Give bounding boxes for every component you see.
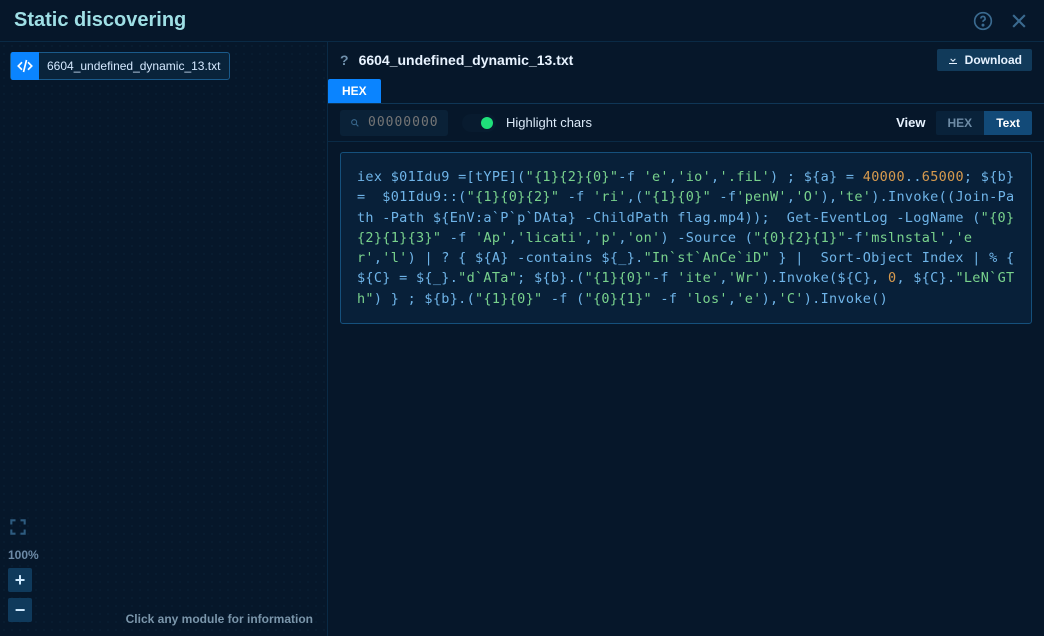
- view-label: View: [896, 115, 925, 130]
- zoom-out-button[interactable]: −: [8, 598, 32, 622]
- sidebar-hint: Click any module for information: [126, 612, 313, 626]
- highlight-label: Highlight chars: [506, 115, 592, 130]
- download-button[interactable]: Download: [937, 49, 1032, 71]
- file-type-unknown-icon: ?: [340, 52, 349, 68]
- sidebar-file-label: 6604_undefined_dynamic_13.txt: [47, 59, 220, 73]
- main-split: 6604_undefined_dynamic_13.txt 100% + − C…: [0, 42, 1044, 636]
- highlight-toggle[interactable]: [462, 114, 496, 132]
- toggle-knob: [481, 117, 493, 129]
- header-actions: [972, 10, 1030, 32]
- toolbar: Highlight chars View HEX Text: [328, 104, 1044, 142]
- sidebar-footer: 100% + − Click any module for informatio…: [8, 517, 319, 628]
- zoom-in-button[interactable]: +: [8, 568, 32, 592]
- search-icon: [350, 117, 360, 129]
- highlight-toggle-group: Highlight chars: [462, 114, 592, 132]
- download-label: Download: [965, 53, 1022, 67]
- view-hex-button[interactable]: HEX: [936, 111, 985, 135]
- offset-input[interactable]: [368, 115, 438, 130]
- view-text-button[interactable]: Text: [984, 111, 1032, 135]
- fullscreen-icon[interactable]: [8, 517, 319, 542]
- view-mode-group: View HEX Text: [896, 111, 1032, 135]
- zoom-level: 100%: [8, 548, 319, 562]
- sidebar-file-chip[interactable]: 6604_undefined_dynamic_13.txt: [10, 52, 230, 80]
- page-title: Static discovering: [14, 9, 972, 32]
- file-name: 6604_undefined_dynamic_13.txt: [359, 52, 927, 68]
- help-icon[interactable]: [972, 10, 994, 32]
- close-icon[interactable]: [1008, 10, 1030, 32]
- code-file-icon: [11, 52, 39, 80]
- view-segment: HEX Text: [936, 111, 1032, 135]
- file-header: ? 6604_undefined_dynamic_13.txt Download: [328, 42, 1044, 78]
- content-pane: ? 6604_undefined_dynamic_13.txt Download…: [328, 42, 1044, 636]
- header-bar: Static discovering: [0, 0, 1044, 42]
- offset-search[interactable]: [340, 110, 448, 136]
- tab-row: HEX: [328, 78, 1044, 104]
- sidebar: 6604_undefined_dynamic_13.txt 100% + − C…: [0, 42, 328, 636]
- code-viewer[interactable]: iex $01Idu9 =[tYPE]("{1}{2}{0}"-f 'e','i…: [340, 152, 1032, 324]
- tab-hex[interactable]: HEX: [328, 79, 381, 103]
- download-icon: [947, 54, 959, 66]
